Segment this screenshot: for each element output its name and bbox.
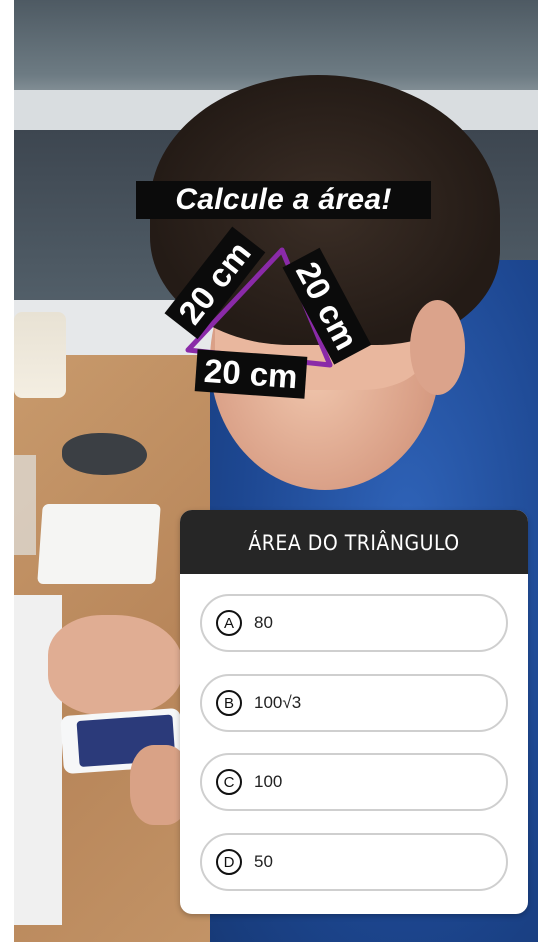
person-ear <box>410 300 465 395</box>
option-letter-badge: C <box>216 769 242 795</box>
side-length-bottom-label: 20 cm <box>194 349 307 399</box>
option-value: 80 <box>254 613 273 632</box>
option-letter-badge: B <box>216 690 242 716</box>
photo-border <box>0 0 14 942</box>
water-glass <box>14 455 36 555</box>
question-title-sticker: Calcule a área! <box>136 181 431 219</box>
person-hand <box>48 615 183 715</box>
quiz-option-b[interactable]: B 100√3 <box>200 674 508 732</box>
trackpad <box>37 504 161 584</box>
quiz-option-a[interactable]: A 80 <box>200 594 508 652</box>
option-value: 100 <box>254 772 283 791</box>
option-letter-badge: A <box>216 610 242 636</box>
option-value: 100√3 <box>254 693 302 712</box>
computer-mouse <box>62 433 147 475</box>
option-letter-badge: D <box>216 849 242 875</box>
jar <box>14 312 66 398</box>
quiz-card: ÁREA DO TRIÂNGULO A 80 B 100√3 C 100 D 5… <box>180 510 528 914</box>
quiz-option-d[interactable]: D 50 <box>200 833 508 891</box>
quiz-option-c[interactable]: C 100 <box>200 753 508 811</box>
option-value: 50 <box>254 852 273 871</box>
quiz-header: ÁREA DO TRIÂNGULO <box>180 510 528 574</box>
